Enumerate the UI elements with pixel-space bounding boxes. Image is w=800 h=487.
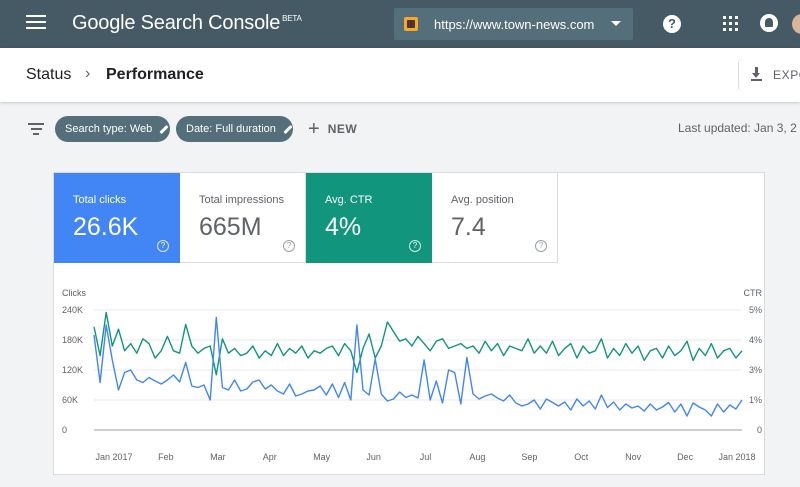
right-axis-title: CTR	[744, 288, 763, 298]
x-tick-label: Oct	[574, 452, 589, 462]
edit-icon	[283, 124, 293, 134]
app-title[interactable]: Google Search Console BETA	[72, 12, 302, 35]
metric-avg-position[interactable]: Avg. position 7.4 ?	[432, 173, 558, 263]
performance-card: Total clicks 26.6K ? Total impressions 6…	[53, 172, 765, 475]
left-axis-title: Clicks	[62, 288, 86, 298]
notifications-icon[interactable]	[760, 14, 778, 32]
x-tick-label: Jul	[420, 452, 432, 462]
breadcrumb-separator: ›	[85, 65, 91, 82]
export-button[interactable]: EXPO	[738, 59, 800, 91]
x-tick-label: Nov	[625, 452, 642, 462]
download-icon	[751, 67, 763, 81]
date-filter-label: Date: Full duration	[186, 123, 276, 135]
breadcrumb-status-link[interactable]: Status	[26, 66, 71, 84]
x-tick-label: Jan 2017	[95, 452, 132, 462]
filter-icon[interactable]	[28, 123, 44, 135]
new-filter-button[interactable]: + NEW	[308, 118, 358, 140]
series-line-ctr	[93, 311, 743, 376]
series-line-clicks	[93, 316, 743, 417]
last-updated-text: Last updated: Jan 3, 2	[678, 121, 797, 135]
export-label: EXPO	[773, 68, 800, 82]
property-favicon-icon	[404, 17, 418, 31]
help-icon[interactable]: ?	[157, 240, 169, 252]
right-tick-label: 3%	[749, 365, 762, 375]
x-tick-label: Jun	[366, 452, 381, 462]
help-icon[interactable]: ?	[535, 240, 547, 252]
right-tick-label: 1%	[749, 395, 762, 405]
metric-label: Total impressions	[199, 194, 284, 206]
metric-label: Total clicks	[73, 194, 127, 206]
new-filter-label: NEW	[327, 122, 358, 136]
right-tick-label: 0	[757, 425, 762, 435]
chevron-down-icon	[611, 21, 621, 26]
left-tick-label: 0	[62, 425, 67, 435]
menu-icon[interactable]	[26, 15, 46, 33]
chart-svg: Clicks CTR 240K 5% 180K 4% 120K 3% 60K 1% 0 0 Jan 20…	[62, 288, 763, 462]
metric-value: 665M	[199, 213, 262, 241]
apps-grid-icon[interactable]	[723, 16, 738, 31]
beta-badge: BETA	[282, 14, 302, 23]
property-selector[interactable]: https://www.town-news.com	[394, 8, 633, 40]
date-filter-chip[interactable]: Date: Full duration	[176, 116, 293, 142]
avatar[interactable]	[792, 14, 800, 34]
performance-chart: Clicks CTR 240K 5% 180K 4% 120K 3% 60K 1% 0 0 Jan 20…	[54, 263, 764, 474]
right-tick-label: 4%	[749, 335, 762, 345]
metric-label: Avg. position	[451, 194, 514, 206]
x-tick-label: Feb	[158, 452, 174, 462]
x-tick-label: Apr	[263, 452, 277, 462]
x-tick-label: May	[313, 452, 331, 462]
x-tick-label: Sep	[521, 452, 537, 462]
property-url: https://www.town-news.com	[434, 16, 595, 32]
left-tick-label: 120K	[62, 365, 83, 375]
metric-value: 4%	[325, 213, 362, 241]
page-title: Performance	[106, 66, 204, 83]
plus-icon: +	[308, 118, 320, 140]
help-icon[interactable]: ?	[409, 240, 421, 252]
search-type-filter-chip[interactable]: Search type: Web	[55, 116, 170, 142]
left-tick-label: 240K	[62, 305, 83, 315]
breadcrumb: Status › Performance EXPO	[0, 48, 800, 102]
app-title-text: Google Search Console	[72, 12, 281, 34]
metric-avg-ctr[interactable]: Avg. CTR 4% ?	[306, 173, 432, 263]
app-bar: Google Search Console BETA https://www.to…	[0, 0, 800, 48]
left-tick-label: 180K	[62, 335, 83, 345]
help-icon[interactable]: ?	[283, 240, 295, 252]
x-tick-label: Dec	[677, 452, 694, 462]
x-tick-label: Jan 2018	[718, 452, 755, 462]
metric-label: Avg. CTR	[325, 194, 373, 206]
x-tick-label: Mar	[210, 452, 226, 462]
metric-value: 26.6K	[73, 213, 139, 241]
right-tick-label: 5%	[749, 305, 762, 315]
help-icon[interactable]: ?	[663, 15, 681, 33]
metric-total-impressions[interactable]: Total impressions 665M ?	[180, 173, 306, 263]
metric-value: 7.4	[451, 213, 486, 241]
edit-icon	[159, 124, 169, 134]
search-type-filter-label: Search type: Web	[65, 123, 153, 135]
metric-total-clicks[interactable]: Total clicks 26.6K ?	[54, 173, 180, 263]
x-tick-label: Aug	[469, 452, 485, 462]
left-tick-label: 60K	[62, 395, 78, 405]
